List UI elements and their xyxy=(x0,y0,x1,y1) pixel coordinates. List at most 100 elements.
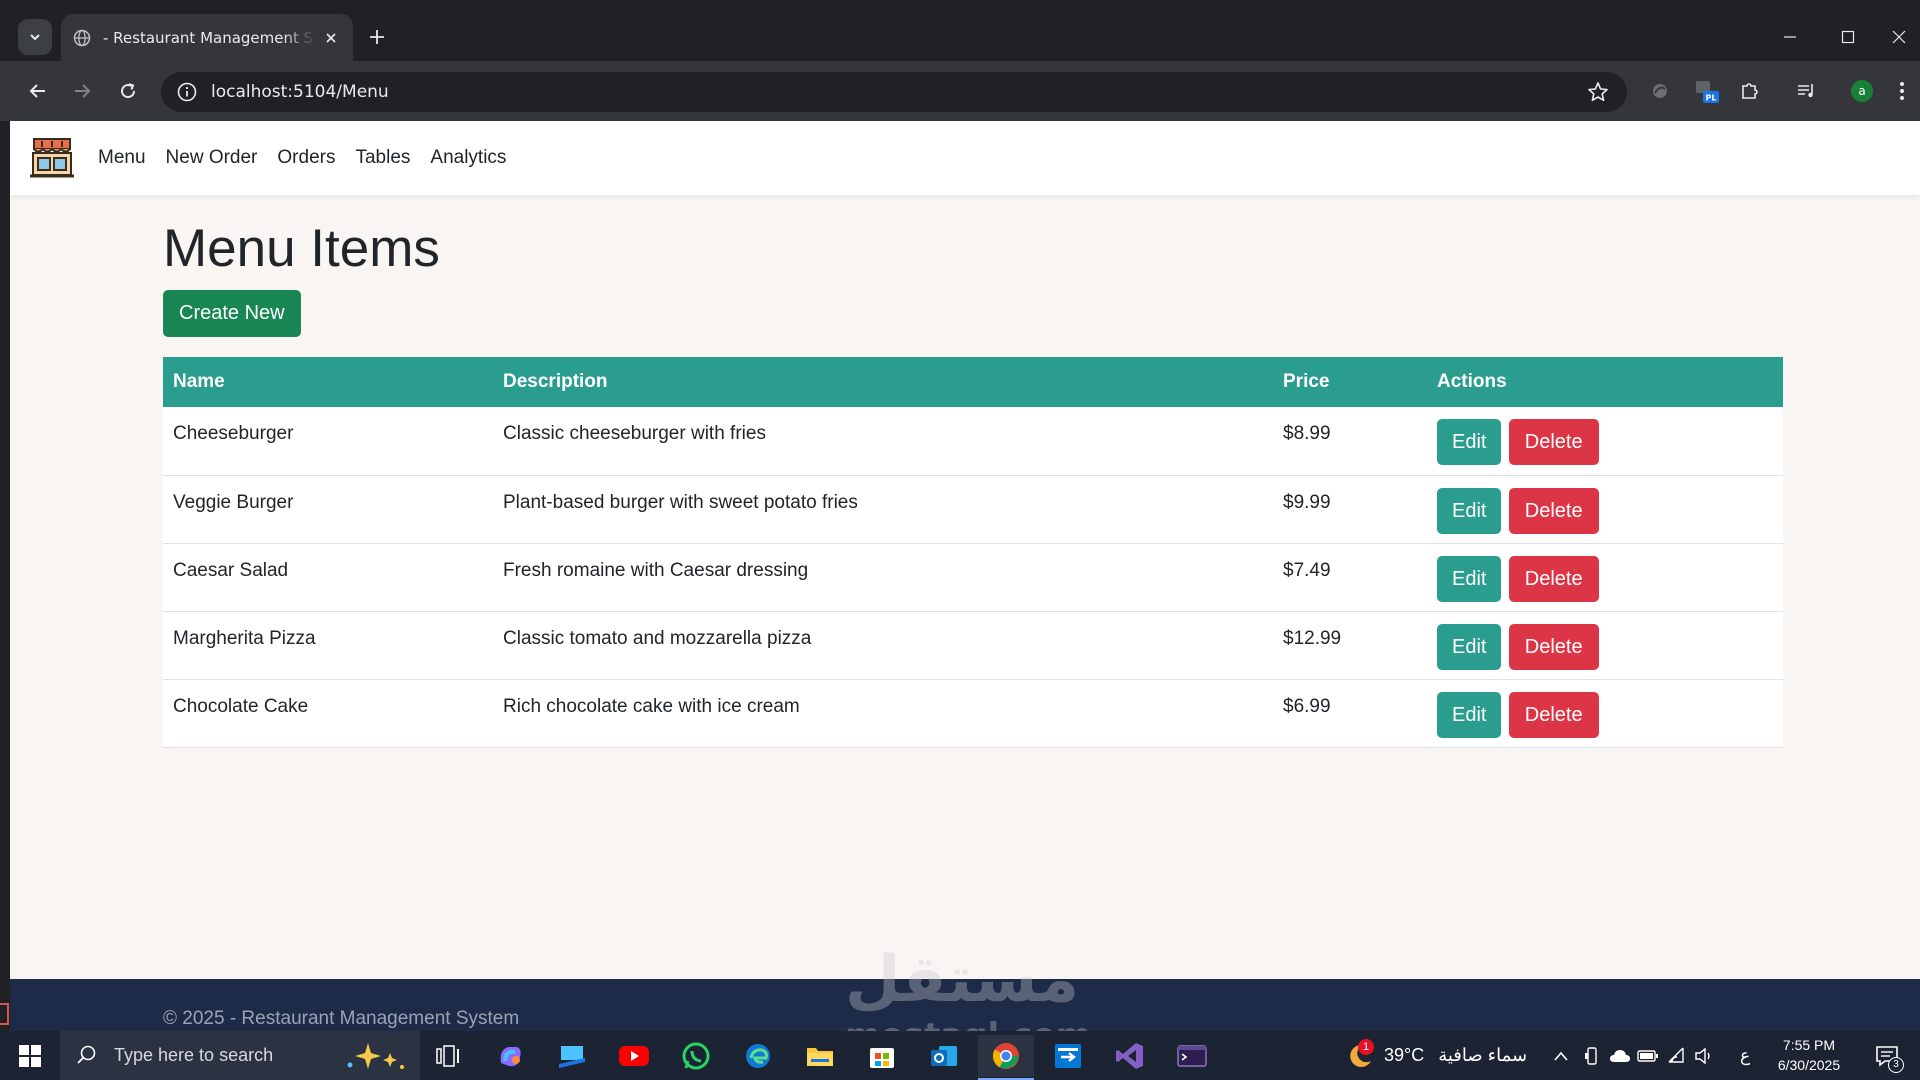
taskbar-youtube[interactable] xyxy=(606,1035,662,1077)
address-bar[interactable]: localhost:5104/Menu xyxy=(161,72,1627,112)
visual-studio-icon xyxy=(1116,1043,1143,1069)
taskbar-visual-studio[interactable] xyxy=(1102,1035,1158,1077)
nav-link-menu[interactable]: Menu xyxy=(98,147,146,169)
bookmark-star-icon[interactable] xyxy=(1587,81,1609,103)
more-menu-icon[interactable] xyxy=(1890,75,1914,107)
new-tab-button[interactable] xyxy=(364,24,390,50)
back-button[interactable] xyxy=(20,73,56,109)
cell-price: $7.49 xyxy=(1273,543,1427,612)
chevron-up-icon[interactable] xyxy=(1548,1043,1574,1069)
app-navbar: Menu New Order Orders Tables Analytics xyxy=(10,121,1920,195)
delete-button[interactable]: Delete xyxy=(1508,487,1599,534)
clock-time: 7:55 PM xyxy=(1782,1037,1836,1053)
close-window-button[interactable] xyxy=(1878,18,1920,56)
taskbar-task-view[interactable] xyxy=(420,1035,476,1077)
window-edge-indicator xyxy=(0,1003,9,1025)
delete-button[interactable]: Delete xyxy=(1508,623,1599,670)
plus-icon xyxy=(370,30,384,44)
store-icon xyxy=(870,1048,894,1068)
taskbar-file-explorer[interactable] xyxy=(792,1035,848,1077)
battery-icon[interactable] xyxy=(1634,1043,1662,1069)
nav-link-new-order[interactable]: New Order xyxy=(166,147,258,169)
table-row: Chocolate Cake Rich chocolate cake with … xyxy=(163,679,1783,748)
table-row: Cheeseburger Classic cheeseburger with f… xyxy=(163,407,1783,476)
whatsapp-icon xyxy=(682,1042,710,1070)
cell-price: $6.99 xyxy=(1273,679,1427,748)
create-new-button[interactable]: Create New xyxy=(163,290,301,337)
site-info-icon[interactable] xyxy=(167,72,207,112)
taskbar-ms-store[interactable] xyxy=(854,1035,910,1077)
cell-actions: Edit Delete xyxy=(1427,407,1783,476)
start-button[interactable] xyxy=(0,1031,60,1080)
tab-search-button[interactable] xyxy=(18,19,52,55)
outlook-icon xyxy=(931,1046,957,1066)
browser-tab-bar: - Restaurant Management System xyxy=(0,0,1920,61)
taskbar-clock[interactable]: 7:55 PM 6/30/2025 xyxy=(1764,1035,1854,1075)
url-text: localhost:5104/Menu xyxy=(211,82,389,102)
delete-button[interactable]: Delete xyxy=(1508,555,1599,602)
cell-actions: Edit Delete xyxy=(1427,543,1783,612)
edit-button[interactable]: Edit xyxy=(1437,623,1502,670)
puzzle-extensions-icon[interactable] xyxy=(1734,75,1766,107)
extension-icon[interactable] xyxy=(1644,75,1676,107)
profile-avatar[interactable]: a xyxy=(1846,75,1878,107)
page-footer: © 2025 - Restaurant Management System xyxy=(10,979,1920,1031)
delete-button[interactable]: Delete xyxy=(1508,419,1599,465)
tab-close-icon[interactable] xyxy=(321,28,341,48)
taskbar-remote-app[interactable] xyxy=(1040,1035,1096,1077)
windows-taskbar: Type here to search 1 39°C سماء صافية ع … xyxy=(0,1031,1920,1080)
youtube-icon xyxy=(619,1046,649,1066)
onedrive-cloud-icon[interactable] xyxy=(1606,1043,1634,1069)
edit-button[interactable]: Edit xyxy=(1437,691,1502,738)
nav-link-analytics[interactable]: Analytics xyxy=(430,147,506,169)
taskbar-edge[interactable] xyxy=(730,1035,786,1077)
column-header-description: Description xyxy=(493,357,1273,407)
restaurant-logo-icon[interactable] xyxy=(28,137,76,179)
maximize-button[interactable] xyxy=(1820,18,1876,56)
media-control-icon[interactable] xyxy=(1790,75,1822,107)
search-icon xyxy=(76,1044,100,1068)
minimize-button[interactable] xyxy=(1762,18,1818,56)
copilot-icon xyxy=(500,1047,521,1067)
taskbar-search-box[interactable]: Type here to search xyxy=(60,1031,420,1080)
taskbar-whatsapp[interactable] xyxy=(668,1035,724,1077)
reload-button[interactable] xyxy=(110,73,146,109)
cell-name: Margherita Pizza xyxy=(163,611,493,680)
main-content: Menu Items Create New Name Description P… xyxy=(163,195,1783,748)
cell-price: $9.99 xyxy=(1273,475,1427,544)
nav-link-orders[interactable]: Orders xyxy=(277,147,335,169)
forward-button[interactable] xyxy=(64,73,100,109)
delete-button[interactable]: Delete xyxy=(1508,691,1599,738)
wifi-icon[interactable] xyxy=(1662,1043,1690,1069)
menu-items-table: Name Description Price Actions Cheesebur… xyxy=(163,357,1783,748)
edge-icon xyxy=(746,1044,770,1068)
edit-button[interactable]: Edit xyxy=(1437,555,1502,602)
weather-temp: 39°C xyxy=(1384,1045,1425,1065)
device-icon[interactable] xyxy=(1578,1043,1606,1069)
browser-tab-active[interactable]: - Restaurant Management System xyxy=(61,14,353,61)
minimize-icon xyxy=(1784,36,1796,38)
edit-button[interactable]: Edit xyxy=(1437,419,1502,465)
folder-icon xyxy=(807,1048,833,1066)
pl-extension-icon[interactable]: PL xyxy=(1690,75,1722,107)
cell-description: Rich chocolate cake with ice cream xyxy=(493,679,1273,748)
cell-description: Fresh romaine with Caesar dressing xyxy=(493,543,1273,612)
weather-widget[interactable]: 1 39°C سماء صافية xyxy=(1344,1031,1527,1080)
taskbar-copilot[interactable] xyxy=(482,1035,538,1077)
input-language[interactable]: ع xyxy=(1740,1046,1750,1066)
taskbar-terminal[interactable] xyxy=(1164,1035,1220,1077)
chrome-icon xyxy=(992,1043,1019,1069)
cell-price: $12.99 xyxy=(1273,611,1427,680)
notification-count: 3 xyxy=(1888,1057,1904,1073)
cell-name: Caesar Salad xyxy=(163,543,493,612)
task-view-icon xyxy=(436,1045,459,1067)
notification-center[interactable]: 3 xyxy=(1872,1041,1904,1073)
volume-icon[interactable] xyxy=(1690,1043,1718,1069)
taskbar-outlook[interactable] xyxy=(916,1035,972,1077)
cell-price: $8.99 xyxy=(1273,407,1427,476)
edit-button[interactable]: Edit xyxy=(1437,487,1502,534)
nav-link-tables[interactable]: Tables xyxy=(355,147,410,169)
taskbar-chrome[interactable] xyxy=(978,1035,1034,1080)
table-row: Margherita Pizza Classic tomato and mozz… xyxy=(163,611,1783,680)
taskbar-app-1[interactable] xyxy=(544,1035,600,1077)
